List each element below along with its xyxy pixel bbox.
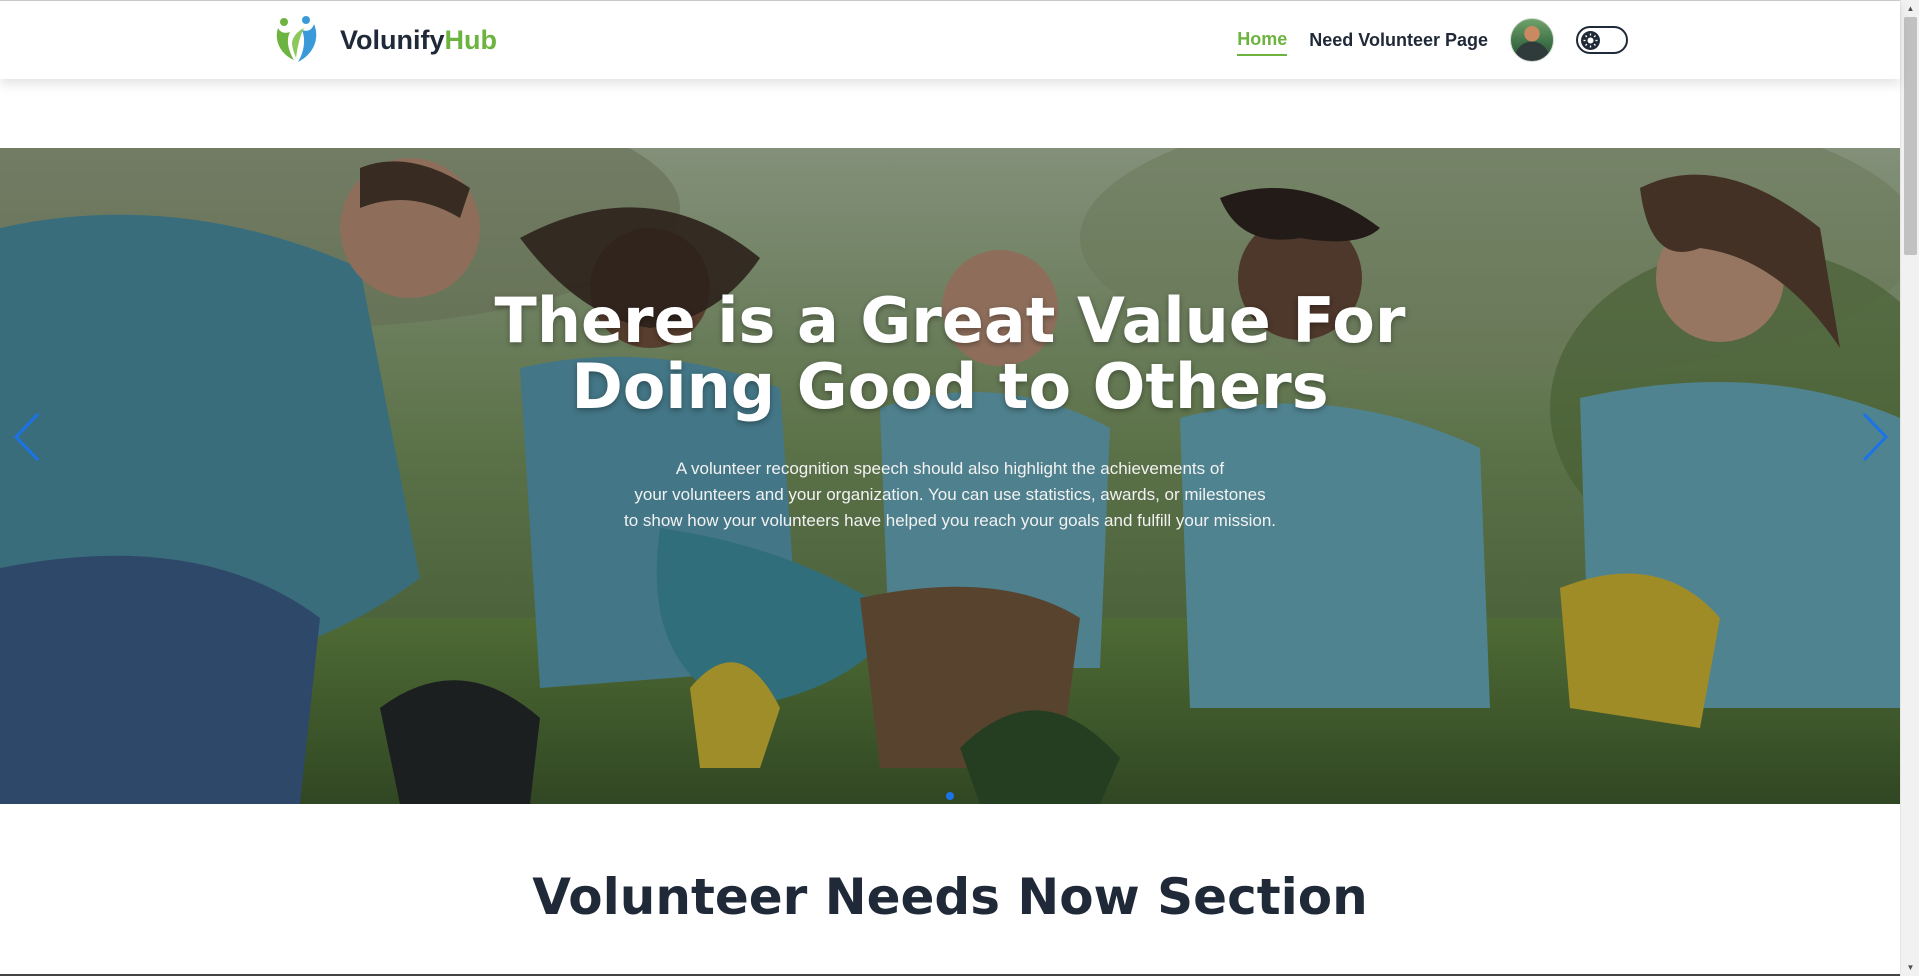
slider-dot-active[interactable]: [946, 792, 954, 800]
slider-next-button[interactable]: [1856, 410, 1892, 464]
chevron-left-icon: [13, 412, 40, 462]
brand[interactable]: VolunifyHub: [270, 14, 497, 66]
brand-name: VolunifyHub: [340, 24, 497, 55]
sun-icon: [1581, 31, 1600, 50]
hero-title: There is a Great Value For Doing Good to…: [494, 284, 1406, 423]
slider-prev-button[interactable]: [10, 410, 46, 464]
brand-name-accent: Hub: [444, 24, 497, 55]
navbar: VolunifyHub Home Need Volunteer Page: [258, 1, 1640, 79]
navbar-container: VolunifyHub Home Need Volunteer Page: [0, 0, 1900, 79]
hero-slider: There is a Great Value For Doing Good to…: [0, 148, 1900, 804]
hero-description-line: A volunteer recognition speech should al…: [675, 459, 1225, 478]
leaf-people-logo-icon: [276, 16, 317, 62]
hero-description-line: to show how your volunteers have helped …: [623, 511, 1277, 530]
user-avatar[interactable]: [1510, 18, 1554, 62]
scrollbar-thumb[interactable]: [1904, 17, 1917, 255]
hero-content: There is a Great Value For Doing Good to…: [0, 288, 1900, 534]
hero-description-line: your volunteers and your organization. Y…: [634, 485, 1266, 504]
chevron-right-icon: [1862, 412, 1889, 462]
page: VolunifyHub Home Need Volunteer Page The…: [0, 0, 1919, 976]
nav-need-volunteer-link[interactable]: Need Volunteer Page: [1309, 26, 1488, 55]
slider-pagination: [0, 792, 1900, 800]
scroll-up-icon[interactable]: ▲: [1901, 0, 1919, 17]
nav-right: Home Need Volunteer Page: [1237, 18, 1628, 62]
theme-toggle[interactable]: [1576, 26, 1628, 54]
scroll-down-icon[interactable]: ▼: [1901, 959, 1919, 976]
hero-description: A volunteer recognition speech should al…: [600, 456, 1300, 534]
section-title: Volunteer Needs Now Section: [532, 868, 1368, 926]
vertical-scrollbar[interactable]: ▲ ▼: [1900, 0, 1919, 976]
nav-home-link[interactable]: Home: [1237, 25, 1288, 56]
